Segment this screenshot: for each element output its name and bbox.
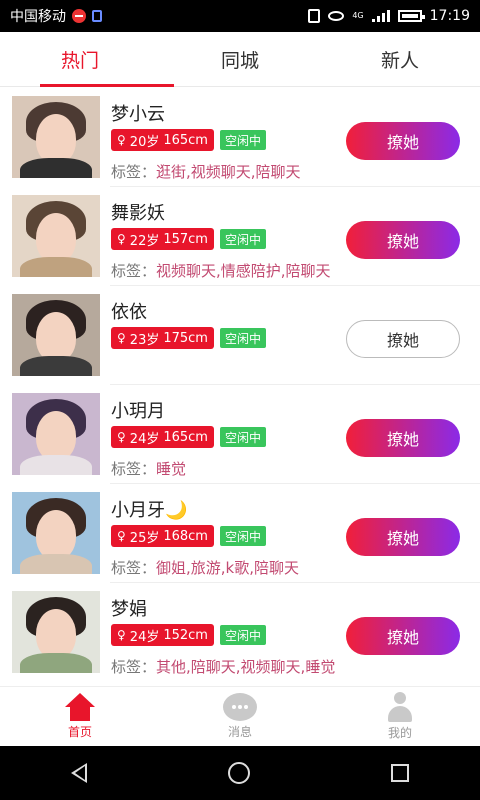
tags-value: 其他,陪聊天,视频聊天,睡觉 — [156, 658, 336, 676]
user-name: 梦娟 — [111, 599, 147, 620]
flirt-button[interactable]: 撩她 — [346, 617, 460, 655]
status-badge: 空闲中 — [219, 229, 266, 249]
age-height-badge: ♀ 24岁 152cm — [111, 624, 214, 646]
avatar[interactable] — [12, 96, 100, 178]
profile-icon — [385, 692, 415, 722]
female-icon: ♀ — [117, 133, 126, 147]
nav-messages[interactable]: 消息 — [160, 687, 320, 746]
flirt-button[interactable]: 撩她 — [346, 518, 460, 556]
avatar[interactable] — [12, 393, 100, 475]
tags-line: 标签：其他,陪聊天,视频聊天,睡觉 — [111, 656, 335, 677]
avatar[interactable] — [12, 195, 100, 277]
lock-icon — [92, 10, 102, 22]
eye-icon — [328, 11, 345, 21]
age-height-badge: ♀ 22岁 157cm — [111, 228, 214, 250]
tags-line: 标签：御姐,旅游,k歌,陪聊天 — [111, 557, 299, 578]
notification-badge-icon — [72, 9, 86, 23]
flirt-button[interactable]: 撩她 — [346, 221, 460, 259]
status-badge: 空闲中 — [219, 526, 266, 546]
nav-home[interactable]: 首页 — [0, 687, 160, 746]
nav-profile-label: 我的 — [387, 726, 412, 740]
carrier-name: 中国移动 — [10, 9, 66, 25]
home-circle-icon[interactable] — [227, 762, 250, 784]
tab-new[interactable]: 新人 — [320, 32, 480, 86]
height: 157cm — [163, 231, 208, 247]
status-badge: 空闲中 — [219, 427, 266, 447]
height: 152cm — [163, 627, 208, 643]
clock: 17:19 — [429, 8, 470, 24]
female-icon: ♀ — [117, 331, 126, 345]
height: 175cm — [163, 330, 208, 346]
status-bar: 中国移动 4G 17:19 — [0, 0, 480, 32]
user-row[interactable]: 梦娟 ♀ 24岁 152cm 空闲中 标签：其他,陪聊天,视频聊天,睡觉 撩她 — [0, 583, 480, 682]
tags-label: 标签： — [111, 262, 157, 280]
female-icon: ♀ — [117, 628, 126, 642]
tab-hot[interactable]: 热门 — [0, 32, 174, 87]
vibrate-icon — [308, 9, 321, 23]
tab-nearby[interactable]: 同城 — [160, 32, 320, 86]
user-row[interactable]: 依依 ♀ 23岁 175cm 空闲中 撩她 — [0, 286, 480, 385]
tags-line: 标签：视频聊天,情感陪护,陪聊天 — [111, 260, 331, 281]
tags-label: 标签： — [111, 163, 157, 181]
category-tabs: 热门 同城 新人 — [0, 32, 480, 87]
height: 165cm — [163, 429, 208, 445]
status-badge: 空闲中 — [219, 130, 266, 150]
height: 168cm — [163, 528, 208, 544]
age-height-badge: ♀ 23岁 175cm — [111, 327, 214, 349]
home-icon — [65, 693, 95, 721]
nav-messages-label: 消息 — [227, 725, 252, 739]
avatar[interactable] — [12, 294, 100, 376]
user-row[interactable]: 小月牙🌙 ♀ 25岁 168cm 空闲中 标签：御姐,旅游,k歌,陪聊天 撩她 — [0, 484, 480, 583]
age-height-badge: ♀ 24岁 165cm — [111, 426, 214, 448]
tags-value: 视频聊天,情感陪护,陪聊天 — [156, 262, 331, 280]
user-name: 舞影妖 — [111, 203, 165, 224]
age: 24岁 — [129, 629, 160, 645]
tags-label: 标签： — [111, 460, 157, 478]
avatar[interactable] — [12, 492, 100, 574]
signal-icon — [371, 10, 390, 22]
female-icon: ♀ — [117, 430, 126, 444]
status-badge: 空闲中 — [219, 625, 266, 645]
system-nav-bar — [0, 746, 480, 800]
tags-value: 御姐,旅游,k歌,陪聊天 — [156, 559, 300, 577]
age-height-badge: ♀ 20岁 165cm — [111, 129, 214, 151]
user-row[interactable]: 小玥月 ♀ 24岁 165cm 空闲中 标签：睡觉 撩她 — [0, 385, 480, 484]
bottom-nav: 首页 消息 我的 — [0, 686, 480, 746]
battery-icon — [397, 10, 425, 22]
user-row[interactable]: 舞影妖 ♀ 22岁 157cm 空闲中 标签：视频聊天,情感陪护,陪聊天 撩她 — [0, 187, 480, 286]
age-height-badge: ♀ 25岁 168cm — [111, 525, 214, 547]
nav-profile[interactable]: 我的 — [320, 687, 480, 746]
tags-value: 逛街,视频聊天,陪聊天 — [156, 163, 301, 181]
status-badge: 空闲中 — [219, 328, 266, 348]
user-name: 小玥月 — [111, 401, 165, 422]
nav-home-label: 首页 — [67, 725, 92, 739]
tags-label: 标签： — [111, 559, 157, 577]
age: 25岁 — [129, 530, 160, 546]
user-name: 依依 — [111, 302, 147, 323]
female-icon: ♀ — [117, 529, 126, 543]
user-name: 梦小云 — [111, 104, 165, 125]
flirt-button[interactable]: 撩她 — [346, 122, 460, 160]
age: 22岁 — [129, 233, 160, 249]
message-icon — [223, 693, 257, 721]
female-icon: ♀ — [117, 232, 126, 246]
network-type: 4G — [352, 11, 364, 20]
user-name: 小月牙🌙 — [111, 500, 188, 521]
age: 23岁 — [129, 332, 160, 348]
tags-line: 标签：睡觉 — [111, 458, 186, 479]
age: 20岁 — [129, 134, 160, 150]
recents-icon[interactable] — [391, 764, 410, 782]
flirt-button[interactable]: 撩她 — [346, 419, 460, 457]
flirt-button[interactable]: 撩她 — [346, 320, 460, 358]
user-row[interactable]: 梦小云 ♀ 20岁 165cm 空闲中 标签：逛街,视频聊天,陪聊天 撩她 — [0, 88, 480, 187]
height: 165cm — [163, 132, 208, 148]
avatar[interactable] — [12, 591, 100, 673]
user-list: 梦小云 ♀ 20岁 165cm 空闲中 标签：逛街,视频聊天,陪聊天 撩她 舞影… — [0, 88, 480, 682]
age: 24岁 — [129, 431, 160, 447]
tags-label: 标签： — [111, 658, 157, 676]
tags-value: 睡觉 — [156, 460, 187, 478]
tags-line: 标签：逛街,视频聊天,陪聊天 — [111, 161, 301, 182]
back-icon[interactable] — [70, 763, 87, 783]
